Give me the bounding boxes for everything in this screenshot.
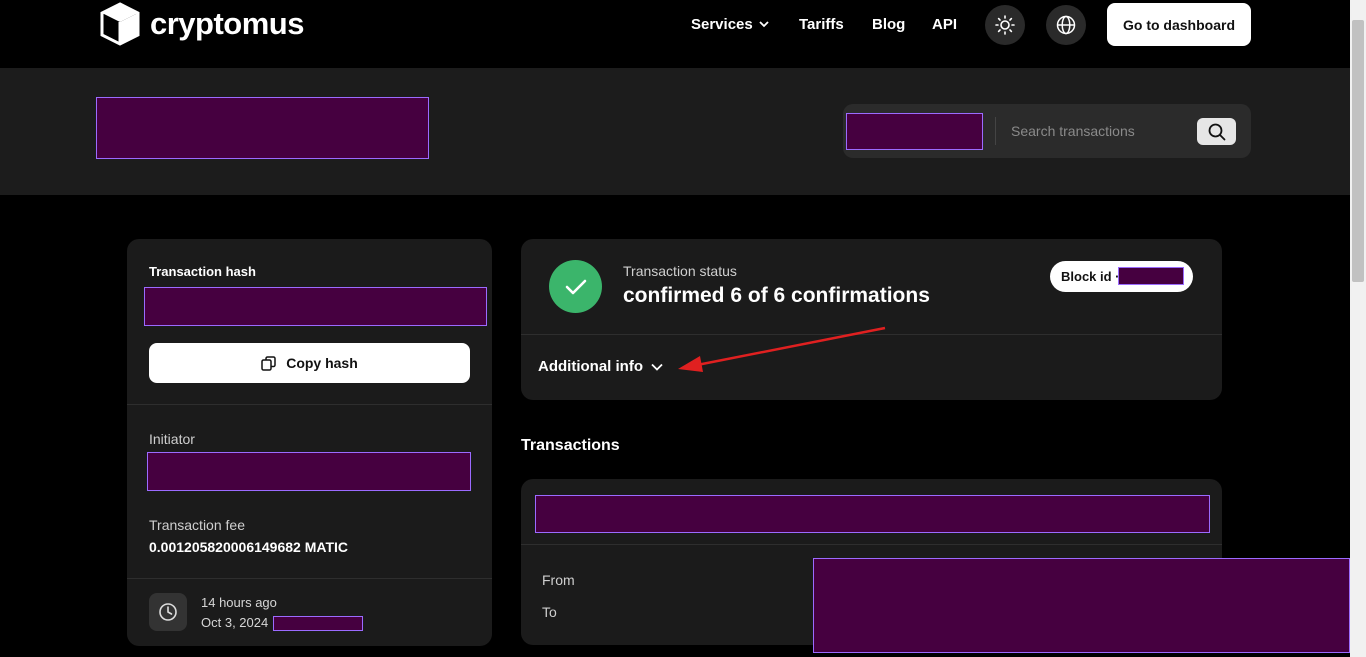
copy-icon bbox=[261, 355, 276, 371]
language-button[interactable] bbox=[1046, 5, 1086, 45]
block-id-label: Block id · bbox=[1061, 269, 1120, 284]
time-ago: 14 hours ago bbox=[201, 595, 277, 610]
redacted-network-select[interactable] bbox=[846, 113, 983, 150]
search-input[interactable] bbox=[1011, 119, 1191, 143]
logo[interactable]: cryptomus bbox=[100, 2, 304, 46]
copy-hash-label: Copy hash bbox=[286, 355, 358, 371]
search-button[interactable] bbox=[1197, 118, 1236, 145]
cube-logo-icon bbox=[100, 2, 140, 46]
nav-services[interactable]: Services bbox=[691, 16, 769, 33]
redacted-block-id bbox=[1118, 267, 1184, 285]
transactions-title: Transactions bbox=[521, 437, 620, 454]
divider bbox=[521, 544, 1222, 545]
search-divider bbox=[995, 117, 996, 145]
nav-blog[interactable]: Blog bbox=[872, 16, 905, 33]
transaction-date: Oct 3, 2024 bbox=[201, 615, 269, 630]
logo-text: cryptomus bbox=[150, 6, 304, 41]
time-icon-box bbox=[149, 593, 187, 631]
redacted-initiator-address[interactable] bbox=[147, 452, 471, 491]
from-label: From bbox=[542, 572, 575, 588]
redacted-page-title bbox=[96, 97, 429, 159]
divider bbox=[127, 578, 492, 579]
chevron-down-icon bbox=[651, 363, 663, 371]
sun-icon bbox=[995, 15, 1015, 35]
redacted-transaction-time bbox=[273, 616, 363, 631]
checkmark-icon bbox=[565, 279, 586, 294]
transaction-fee-label: Transaction fee bbox=[149, 517, 245, 533]
additional-info-label: Additional info bbox=[538, 358, 643, 375]
nav-tariffs[interactable]: Tariffs bbox=[799, 16, 844, 33]
theme-toggle-button[interactable] bbox=[985, 5, 1025, 45]
transaction-fee-value: 0.001205820006149682 MATIC bbox=[149, 539, 349, 555]
annotation-arrow bbox=[678, 326, 886, 372]
redacted-transaction-row[interactable] bbox=[535, 495, 1210, 533]
initiator-label: Initiator bbox=[149, 431, 195, 447]
transaction-status-label: Transaction status bbox=[623, 263, 737, 279]
nav-api[interactable]: API bbox=[932, 16, 957, 33]
copy-hash-button[interactable]: Copy hash bbox=[149, 343, 470, 383]
transaction-hash-label: Transaction hash bbox=[149, 264, 256, 279]
chevron-down-icon bbox=[759, 21, 769, 28]
globe-icon bbox=[1056, 15, 1076, 35]
clock-icon bbox=[159, 603, 177, 621]
nav-services-label: Services bbox=[691, 16, 753, 33]
additional-info-toggle[interactable]: Additional info bbox=[538, 358, 663, 375]
to-label: To bbox=[542, 604, 557, 620]
search-icon bbox=[1208, 123, 1225, 140]
divider bbox=[127, 404, 492, 405]
status-check bbox=[549, 260, 602, 313]
go-to-dashboard-button[interactable]: Go to dashboard bbox=[1107, 3, 1251, 46]
transaction-status-value: confirmed 6 of 6 confirmations bbox=[623, 284, 930, 307]
redacted-addresses[interactable] bbox=[813, 558, 1350, 653]
redacted-transaction-hash bbox=[144, 287, 487, 326]
scrollbar-thumb[interactable] bbox=[1352, 20, 1364, 282]
